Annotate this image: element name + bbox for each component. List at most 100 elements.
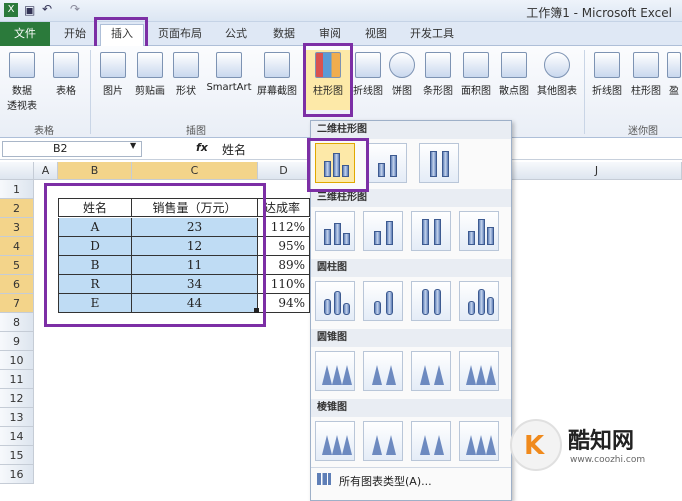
- fx-icon[interactable]: fx: [196, 141, 208, 154]
- cell-d4[interactable]: 95%: [258, 237, 310, 256]
- row-header-13[interactable]: 13: [0, 408, 34, 427]
- chart-pyramid-3d-icon[interactable]: [459, 421, 499, 461]
- chart-pyramid-100-icon[interactable]: [411, 421, 451, 461]
- tab-formulas[interactable]: 公式: [218, 25, 254, 45]
- row-header-9[interactable]: 9: [0, 332, 34, 351]
- chevron-down-icon[interactable]: ▼: [130, 141, 136, 150]
- formula-input[interactable]: 姓名: [222, 141, 246, 158]
- save-icon[interactable]: ▣: [24, 3, 35, 17]
- cell-d2[interactable]: 达成率: [258, 198, 310, 217]
- chart-cone-stacked-icon[interactable]: [363, 351, 403, 391]
- cell-d5[interactable]: 89%: [258, 256, 310, 275]
- tab-review[interactable]: 审阅: [312, 25, 348, 45]
- cell-b7[interactable]: E: [58, 294, 132, 313]
- pie-chart-button[interactable]: 饼图: [386, 50, 418, 110]
- cell-c2[interactable]: 销售量（万元）: [132, 198, 258, 217]
- column-header-b[interactable]: B: [58, 162, 132, 180]
- camera-icon: [264, 52, 290, 78]
- scatter-chart-button[interactable]: 散点图: [496, 50, 532, 110]
- sparkline-winloss-button[interactable]: 盈: [666, 50, 682, 110]
- column-header-c[interactable]: C: [132, 162, 258, 180]
- redo-icon[interactable]: ↷: [70, 2, 80, 16]
- cell-c4[interactable]: 12: [132, 237, 258, 256]
- cell-d7[interactable]: 94%: [258, 294, 310, 313]
- chart-pyramid-stacked-icon[interactable]: [363, 421, 403, 461]
- bar-chart-button[interactable]: 条形图: [420, 50, 456, 110]
- chart-3d-column-icon[interactable]: [459, 211, 499, 251]
- row-header-11[interactable]: 11: [0, 370, 34, 389]
- chart-3d-stacked-column-icon[interactable]: [363, 211, 403, 251]
- chart-cone-3d-icon[interactable]: [459, 351, 499, 391]
- smartart-label: SmartArt: [206, 82, 252, 93]
- chart-cylinder-clustered-icon[interactable]: [315, 281, 355, 321]
- name-box[interactable]: B2: [2, 141, 142, 157]
- screenshot-button[interactable]: 屏幕截图: [254, 50, 300, 110]
- group-label-sparklines: 迷你图: [628, 126, 658, 137]
- column-header-a[interactable]: A: [34, 162, 58, 180]
- chart-cone-clustered-icon[interactable]: [315, 351, 355, 391]
- row-header-1[interactable]: 1: [0, 180, 34, 199]
- chart-clustered-column-icon[interactable]: [315, 143, 355, 183]
- cell-c5[interactable]: 11: [132, 256, 258, 275]
- undo-icon[interactable]: ↶: [42, 2, 52, 16]
- row-header-8[interactable]: 8: [0, 313, 34, 332]
- row-header-15[interactable]: 15: [0, 446, 34, 465]
- row-header-6[interactable]: 6: [0, 275, 34, 294]
- row-header-14[interactable]: 14: [0, 427, 34, 446]
- row-header-10[interactable]: 10: [0, 351, 34, 370]
- cell-c3[interactable]: 23: [132, 218, 258, 237]
- cell-d3[interactable]: 112%: [258, 218, 310, 237]
- ribbon-tabs: 文件 开始 插入 页面布局 公式 数据 审阅 视图 开发工具: [0, 22, 682, 46]
- cell-d6[interactable]: 110%: [258, 275, 310, 294]
- cell-c6[interactable]: 34: [132, 275, 258, 294]
- chart-3d-clustered-column-icon[interactable]: [315, 211, 355, 251]
- picture-button[interactable]: 图片: [96, 50, 130, 110]
- row-header-7[interactable]: 7: [0, 294, 34, 313]
- chart-stacked-column-icon[interactable]: [367, 143, 407, 183]
- chart-pyramid-clustered-icon[interactable]: [315, 421, 355, 461]
- tab-file[interactable]: 文件: [0, 22, 50, 46]
- cell-c7[interactable]: 44: [132, 294, 258, 313]
- chart-cone-100-icon[interactable]: [411, 351, 451, 391]
- area-chart-button[interactable]: 面积图: [458, 50, 494, 110]
- fill-handle[interactable]: [254, 308, 259, 313]
- sparkline-line-button[interactable]: 折线图: [588, 50, 626, 110]
- chart-3d-100-stacked-column-icon[interactable]: [411, 211, 451, 251]
- row-header-12[interactable]: 12: [0, 389, 34, 408]
- cell-b3[interactable]: A: [58, 218, 132, 237]
- table-button[interactable]: 表格: [46, 50, 86, 110]
- other-charts-button[interactable]: 其他图表: [534, 50, 580, 110]
- chart-cylinder-stacked-icon[interactable]: [363, 281, 403, 321]
- tab-view[interactable]: 视图: [358, 25, 394, 45]
- shapes-icon: [173, 52, 199, 78]
- cell-b5[interactable]: B: [58, 256, 132, 275]
- excel-icon[interactable]: X: [4, 3, 18, 17]
- pivot-table-button[interactable]: 数据 透视表: [2, 50, 42, 112]
- column-header-j[interactable]: J: [512, 162, 682, 180]
- shapes-button[interactable]: 形状: [170, 50, 202, 110]
- row-header-2[interactable]: 2: [0, 199, 34, 218]
- row-header-4[interactable]: 4: [0, 237, 34, 256]
- tab-home[interactable]: 开始: [58, 25, 92, 45]
- tab-developer[interactable]: 开发工具: [404, 25, 460, 45]
- cell-b2[interactable]: 姓名: [58, 198, 132, 217]
- all-chart-types-link[interactable]: 所有图表类型(A)...: [339, 473, 432, 489]
- row-header-16[interactable]: 16: [0, 465, 34, 484]
- clipart-button[interactable]: 剪贴画: [132, 50, 168, 110]
- column-chart-button[interactable]: 柱形图: [306, 50, 350, 110]
- column-header-d[interactable]: D: [258, 162, 310, 180]
- chart-cylinder-3d-icon[interactable]: [459, 281, 499, 321]
- line-chart-button[interactable]: 折线图: [352, 50, 384, 110]
- select-all[interactable]: [0, 162, 34, 180]
- cell-b4[interactable]: D: [58, 237, 132, 256]
- sparkline-column-button[interactable]: 柱形图: [628, 50, 664, 110]
- cell-b6[interactable]: R: [58, 275, 132, 294]
- chart-100-stacked-column-icon[interactable]: [419, 143, 459, 183]
- row-header-3[interactable]: 3: [0, 218, 34, 237]
- smartart-button[interactable]: SmartArt: [204, 50, 254, 110]
- row-header-5[interactable]: 5: [0, 256, 34, 275]
- chart-cylinder-100-icon[interactable]: [411, 281, 451, 321]
- tab-data[interactable]: 数据: [266, 25, 302, 45]
- tab-page-layout[interactable]: 页面布局: [152, 25, 208, 45]
- tab-insert[interactable]: 插入: [100, 24, 144, 46]
